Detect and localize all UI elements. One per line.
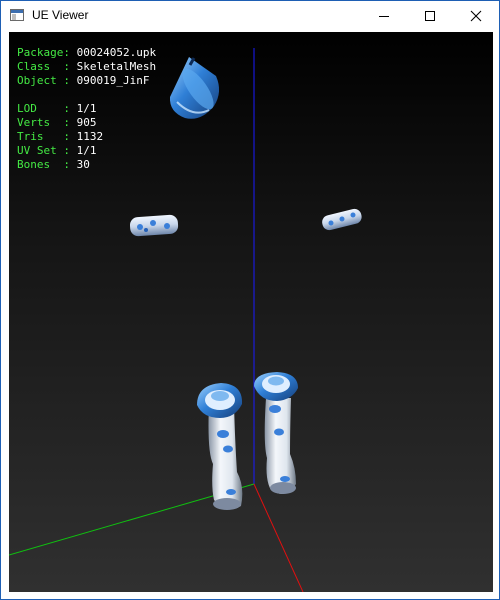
info-lod-row: LOD : 1/1 (17, 102, 97, 115)
info-bones-row: Bones : 30 (17, 158, 90, 171)
left-wristband-mesh (129, 214, 179, 237)
tris-value: 1132 (76, 130, 104, 143)
minimize-icon (379, 16, 389, 17)
maximize-icon (425, 11, 435, 21)
package-value: 00024052.upk (76, 46, 157, 59)
ue-viewer-window: UE Viewer Package: 00024052.upk Class: … (0, 0, 500, 600)
info-class-row: Class : SkeletalMesh (17, 60, 157, 73)
info-object-row: Object : 090019_JinF (17, 74, 150, 87)
info-uvset-row: UV Set : 1/1 (17, 144, 97, 157)
lod-value: 1/1 (76, 102, 97, 115)
info-tris-row: Tris : 1132 (17, 130, 104, 143)
axis-x-line (253, 483, 304, 592)
info-verts-row: Verts : 905 (17, 116, 97, 129)
class-value: SkeletalMesh (76, 60, 157, 73)
right-boot-mesh (254, 372, 298, 494)
left-boot-mesh (197, 383, 243, 510)
info-package-row: Package: 00024052.upk (17, 46, 157, 59)
mesh-info-overlay: Package: 00024052.upk Class : SkeletalMe… (17, 46, 156, 172)
window-app-icon[interactable] (10, 9, 24, 21)
head-piece-mesh (169, 57, 220, 119)
3d-viewport[interactable]: Package: 00024052.upk Class : SkeletalMe… (9, 32, 493, 592)
verts-value: 905 (76, 116, 97, 129)
uvset-value: 1/1 (76, 144, 97, 157)
close-button[interactable] (453, 1, 499, 31)
window-title: UE Viewer (32, 8, 89, 22)
title-bar[interactable]: UE Viewer (1, 1, 499, 31)
object-value: 090019_JinF (76, 74, 150, 87)
right-wristband-mesh (322, 208, 362, 231)
close-icon (470, 10, 482, 22)
maximize-button[interactable] (407, 1, 453, 31)
minimize-button[interactable] (361, 1, 407, 31)
bones-value: 30 (76, 158, 90, 171)
